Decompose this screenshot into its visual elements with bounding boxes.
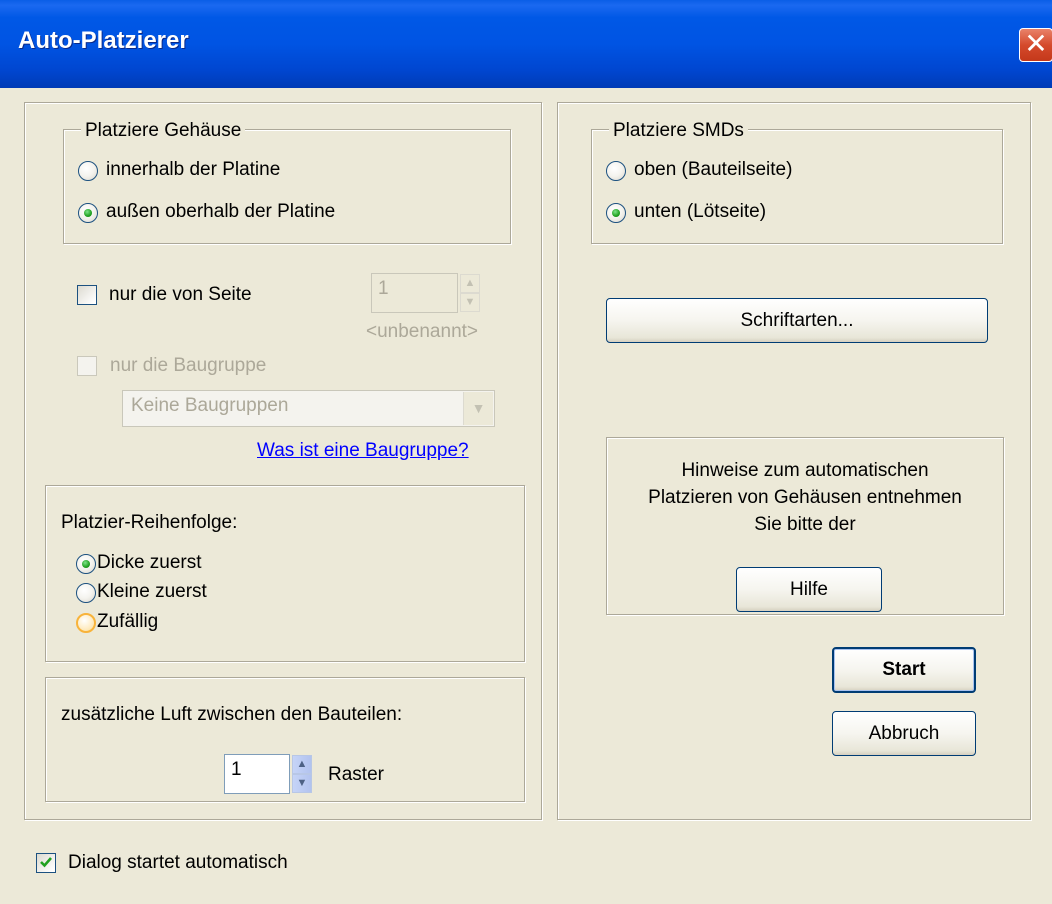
radio-thick-first[interactable] <box>76 554 96 574</box>
radio-small-first[interactable] <box>76 583 96 603</box>
radio-smd-top[interactable] <box>606 161 626 181</box>
only-page-checkbox[interactable] <box>77 285 97 305</box>
radio-random-label[interactable]: Zufällig <box>97 611 158 633</box>
hint-line-1: Hinweise zum automatischen <box>681 460 929 481</box>
spacing-spin-down[interactable]: ▼ <box>292 774 312 793</box>
page-number-input[interactable]: 1 <box>371 273 458 313</box>
radio-outside-above-board[interactable] <box>78 203 98 223</box>
cancel-button-label: Abbruch <box>868 723 940 744</box>
fonts-button[interactable]: Schriftarten... <box>606 298 988 343</box>
title-bar[interactable]: Auto-Platzierer ✕ <box>0 0 1052 88</box>
auto-start-label[interactable]: Dialog startet automatisch <box>68 852 288 874</box>
what-is-group-link[interactable]: Was ist eine Baugruppe? <box>257 440 469 462</box>
hint-line-3: Sie bitte der <box>754 514 856 535</box>
group-select[interactable]: Keine Baugruppen ▼ <box>122 390 495 427</box>
page-number-value: 1 <box>378 278 389 299</box>
start-button[interactable]: Start <box>832 647 976 693</box>
hint-text: Hinweise zum automatischen Platzieren vo… <box>606 457 1004 538</box>
chevron-down-icon[interactable]: ▼ <box>463 392 493 425</box>
close-button[interactable]: ✕ <box>1019 28 1052 62</box>
spacing-unit-label: Raster <box>328 764 384 785</box>
hint-line-2: Platzieren von Gehäusen entnehmen <box>648 487 962 508</box>
only-page-label[interactable]: nur die von Seite <box>109 284 252 306</box>
group-select-value: Keine Baugruppen <box>131 395 289 416</box>
spacing-value: 1 <box>231 759 242 780</box>
place-smd-legend: Platziere SMDs <box>609 120 748 142</box>
radio-random[interactable] <box>76 613 96 633</box>
radio-smd-bottom[interactable] <box>606 203 626 223</box>
help-button-label: Hilfe <box>789 579 828 600</box>
only-group-label[interactable]: nur die Baugruppe <box>110 355 266 377</box>
radio-outside-above-board-label[interactable]: außen oberhalb der Platine <box>106 201 335 223</box>
help-button[interactable]: Hilfe <box>736 567 882 612</box>
order-legend: Platzier-Reihenfolge: <box>61 512 238 533</box>
page-name-label: <unbenannt> <box>366 321 479 342</box>
radio-inside-board[interactable] <box>78 161 98 181</box>
fonts-button-label: Schriftarten... <box>740 310 854 331</box>
only-group-checkbox[interactable] <box>77 356 97 376</box>
spacing-input[interactable]: 1 <box>224 754 290 794</box>
page-number-spin-down[interactable]: ▼ <box>460 293 480 312</box>
place-housing-group <box>63 129 511 244</box>
window-title: Auto-Platzierer <box>18 27 189 54</box>
checkmark-icon <box>40 857 52 868</box>
radio-small-first-label[interactable]: Kleine zuerst <box>97 581 207 603</box>
page-number-spin-up[interactable]: ▲ <box>460 274 480 293</box>
radio-smd-bottom-label[interactable]: unten (Lötseite) <box>634 201 766 223</box>
radio-inside-board-label[interactable]: innerhalb der Platine <box>106 159 280 181</box>
spacing-label: zusätzliche Luft zwischen den Bauteilen: <box>61 704 403 725</box>
cancel-button[interactable]: Abbruch <box>832 711 976 756</box>
spacing-spin-up[interactable]: ▲ <box>292 755 312 774</box>
place-housing-legend: Platziere Gehäuse <box>81 120 246 142</box>
start-button-label: Start <box>882 659 926 680</box>
close-icon: ✕ <box>1024 27 1048 60</box>
radio-smd-top-label[interactable]: oben (Bauteilseite) <box>634 159 792 181</box>
place-smd-group <box>591 129 1003 244</box>
auto-start-checkbox[interactable] <box>36 853 56 873</box>
radio-thick-first-label[interactable]: Dicke zuerst <box>97 552 202 574</box>
